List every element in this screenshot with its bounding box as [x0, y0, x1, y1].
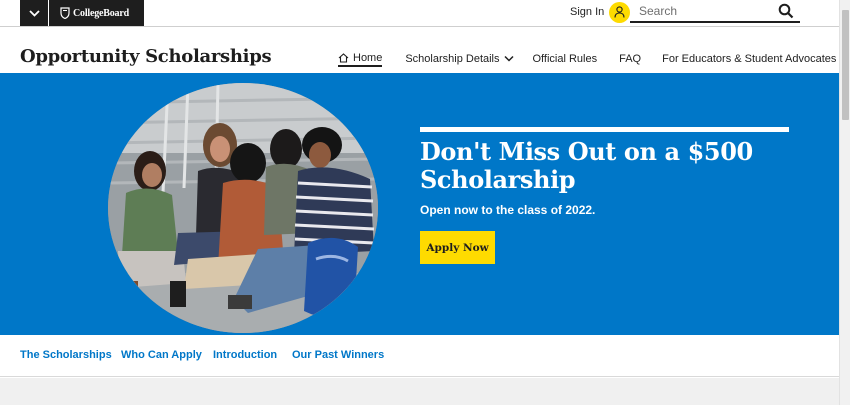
nav-faq[interactable]: FAQ — [619, 50, 641, 67]
apply-now-button[interactable]: Apply Now — [420, 231, 495, 264]
nav-scholarship-details[interactable]: Scholarship Details — [405, 50, 514, 67]
logo-text: CollegeBoard — [73, 7, 129, 19]
search-input[interactable] — [630, 0, 770, 21]
search-box — [630, 0, 800, 23]
section-nav: The Scholarships Who Can Apply Introduct… — [0, 335, 839, 377]
section-link-scholarships[interactable]: The Scholarships — [20, 349, 112, 361]
chevron-down-icon — [503, 55, 514, 62]
menu-toggle-button[interactable] — [20, 0, 48, 26]
hero-divider — [420, 127, 789, 132]
sign-in-label: Sign In — [570, 6, 605, 18]
sign-in-link[interactable]: Sign In — [570, 0, 631, 24]
home-icon — [338, 52, 349, 63]
page-scrollbar[interactable] — [839, 0, 850, 405]
nav-educators[interactable]: For Educators & Student Advocates — [662, 50, 836, 67]
students-photo — [108, 83, 378, 333]
hero-banner: Don't Miss Out on a $500 Scholarship Ope… — [0, 73, 839, 335]
nav-official-rules[interactable]: Official Rules — [533, 50, 598, 67]
main-nav: Home Scholarship Details Official Rules … — [338, 50, 836, 70]
section-link-who-can-apply[interactable]: Who Can Apply — [121, 349, 202, 361]
students-illustration — [108, 83, 378, 333]
search-icon[interactable] — [778, 3, 794, 19]
section-link-introduction[interactable]: Introduction — [213, 349, 277, 361]
nav-rules-label: Official Rules — [532, 52, 598, 65]
hero-heading: Don't Miss Out on a $500 Scholarship — [420, 137, 753, 194]
nav-details-label: Scholarship Details — [405, 52, 500, 65]
section-link-past-winners[interactable]: Our Past Winners — [292, 349, 384, 361]
nav-home[interactable]: Home — [338, 50, 383, 67]
page-title[interactable]: Opportunity Scholarships — [20, 46, 272, 67]
utility-bar: CollegeBoard Sign In — [0, 0, 839, 27]
nav-educators-label: For Educators & Student Advocates — [662, 52, 837, 65]
content-background — [0, 378, 839, 405]
collegeboard-logo[interactable]: CollegeBoard — [49, 0, 144, 26]
acorn-logo-icon — [60, 7, 70, 19]
chevron-down-icon — [28, 9, 40, 17]
user-avatar — [609, 1, 631, 23]
scrollbar-thumb[interactable] — [842, 10, 849, 120]
hero-subheading: Open now to the class of 2022. — [420, 203, 596, 217]
nav-home-label: Home — [353, 51, 383, 64]
nav-faq-label: FAQ — [619, 52, 642, 65]
user-icon — [614, 6, 625, 18]
